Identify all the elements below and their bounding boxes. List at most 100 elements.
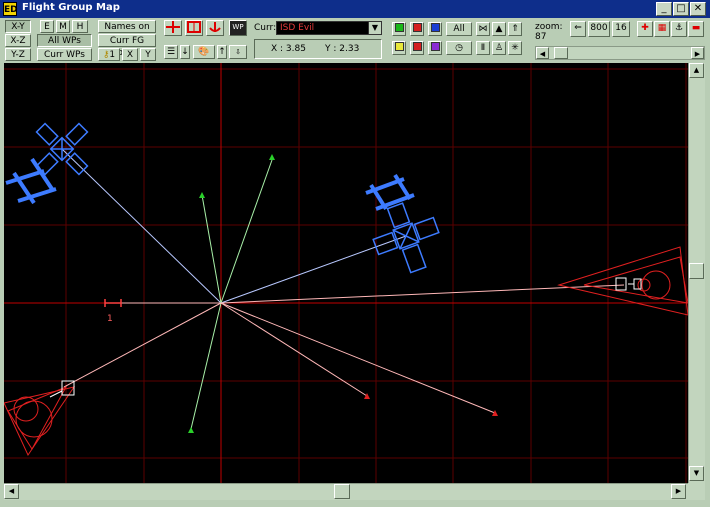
wp-sort-button[interactable]: ⇩ (229, 45, 247, 59)
iff-all-button[interactable]: All (446, 22, 472, 36)
scroll-up-icon[interactable]: ▲ (689, 63, 704, 78)
chevron-down-icon: ▼ (368, 22, 381, 34)
view-yz-button[interactable]: Y-Z (5, 48, 31, 61)
wp-button[interactable]: WP (229, 20, 247, 36)
pillars-icon: Ⅱ (480, 43, 486, 53)
anchor-icon (209, 22, 221, 32)
path-green-1 (220, 159, 273, 304)
blue-station-2[interactable] (365, 173, 448, 281)
iff-green-button[interactable] (392, 22, 406, 36)
person-icon: ♙ (494, 43, 504, 53)
layout-4-button[interactable]: ▬ (688, 21, 704, 37)
mode-e-button[interactable]: E (40, 20, 54, 33)
waypoint-green-2[interactable] (199, 192, 205, 198)
craft-type-1-button[interactable]: ⋈ (476, 22, 490, 36)
slider-thumb[interactable] (554, 47, 568, 59)
slider-right-icon[interactable]: ▶ (691, 47, 704, 59)
x-button[interactable]: X (122, 48, 138, 61)
red-quad-icon: ▦ (657, 23, 667, 33)
horizontal-scroll-thumb[interactable] (334, 484, 350, 499)
red-grid-icon: ✚ (641, 23, 649, 33)
path-pink-2 (220, 302, 496, 414)
anchor-button[interactable] (206, 20, 224, 36)
curr-label: Curr: (254, 23, 277, 33)
mode-m-button[interactable]: M (56, 20, 70, 33)
slider-left-icon[interactable]: ◀ (536, 47, 549, 59)
waypoint-green-1[interactable] (269, 154, 275, 160)
list-button[interactable]: ☰ (164, 45, 178, 59)
craft-type-2-button[interactable]: ▲ (492, 22, 506, 36)
craft-type-5-button[interactable]: ♙ (492, 41, 506, 55)
curr-fg-only-button[interactable]: Curr FG only (98, 34, 156, 58)
red-square-icon (412, 23, 422, 32)
y-coord: Y : 2.33 (325, 44, 360, 54)
zoom-value: 87 (535, 32, 547, 42)
iff-blue-button[interactable] (428, 22, 442, 36)
grid-lines (4, 63, 688, 483)
map-svg: 1 (3, 63, 689, 483)
vertical-scroll-thumb[interactable] (689, 263, 704, 279)
names-on-button[interactable]: Names on (98, 20, 156, 33)
iff-red-button[interactable] (410, 22, 424, 36)
red-ship-left[interactable] (3, 380, 76, 457)
map-canvas[interactable]: 1 (3, 63, 689, 483)
down-arrow-button[interactable]: ↓ (180, 45, 190, 59)
scroll-right-icon[interactable]: ▶ (671, 484, 686, 499)
waypoint-1-marker[interactable] (104, 299, 122, 307)
iff-purple-button[interactable] (428, 41, 442, 55)
blue-station-1[interactable] (5, 107, 104, 205)
waypoint-green-3[interactable] (188, 427, 194, 433)
fighter-icon: ⋈ (478, 24, 488, 34)
layout-2-button[interactable]: ▦ (654, 21, 670, 37)
yellow-square-icon (394, 42, 404, 51)
size-800-button[interactable]: 800 (588, 21, 610, 37)
layout-3-button[interactable]: ⚓ (671, 21, 687, 37)
window-frame-bottom (0, 500, 710, 507)
curr-wps-button[interactable]: Curr WPs (37, 48, 92, 61)
close-button[interactable]: ✕ (690, 2, 706, 16)
path-blue-1 (61, 148, 222, 304)
curr-fg-select[interactable]: ISD Evil ▼ (276, 21, 382, 35)
size-16-button[interactable]: 16 (612, 21, 630, 37)
back-button[interactable]: ⇐ (570, 21, 586, 37)
scroll-down-icon[interactable]: ▼ (689, 466, 704, 481)
waypoint-sort-icon: ⇩ (235, 48, 241, 56)
x-coord: X : 3.85 (271, 44, 306, 54)
rocket-icon: ⇑ (511, 24, 519, 34)
minimize-button[interactable]: _ (656, 2, 672, 16)
path-green-3 (190, 302, 222, 430)
view-xy-button[interactable]: X-Y (5, 20, 31, 33)
arrow-left-icon: ⇐ (574, 23, 582, 33)
path-pink-3 (63, 302, 222, 388)
waypoint-red-1[interactable] (364, 393, 370, 399)
iff-red2-button[interactable] (410, 41, 424, 55)
craft-type-3-button[interactable]: ⇑ (508, 22, 522, 36)
clock-button[interactable]: ◷ (446, 41, 472, 55)
craft-type-6-button[interactable]: ✳ (508, 41, 522, 55)
y-button[interactable]: Y (140, 48, 156, 61)
all-wps-button[interactable]: All WPs (37, 34, 92, 47)
green-square-icon (394, 23, 404, 32)
horizontal-scrollbar[interactable]: ◀ ▶ (4, 483, 688, 500)
layout-1-button[interactable]: ✚ (637, 21, 653, 37)
move-button[interactable] (164, 20, 182, 36)
palette-button[interactable]: 🎨 (193, 45, 215, 59)
grid-toggle-button[interactable] (185, 20, 203, 36)
craft-type-4-button[interactable]: Ⅱ (476, 41, 490, 55)
vertical-scrollbar[interactable]: ▲ ▼ (688, 63, 705, 483)
path-pink-1 (220, 302, 368, 397)
scroll-left-icon[interactable]: ◀ (4, 484, 19, 499)
maximize-button[interactable]: □ (673, 2, 689, 16)
red-ship-right[interactable] (557, 246, 689, 316)
window-title: Flight Group Map (22, 2, 120, 13)
zoom-slider[interactable]: ◀ ▶ (535, 46, 705, 60)
mode-h-button[interactable]: H (72, 20, 88, 33)
red-square-icon (412, 42, 422, 51)
key-button[interactable]: ⚷1 (98, 48, 120, 61)
waypoint-label: 1 (107, 314, 113, 324)
view-xz-button[interactable]: X-Z (5, 34, 31, 47)
grid-icon (187, 21, 201, 33)
waypoint-red-2[interactable] (492, 410, 498, 416)
iff-yellow-button[interactable] (392, 41, 406, 55)
up-arrow-button[interactable]: ↑ (217, 45, 227, 59)
